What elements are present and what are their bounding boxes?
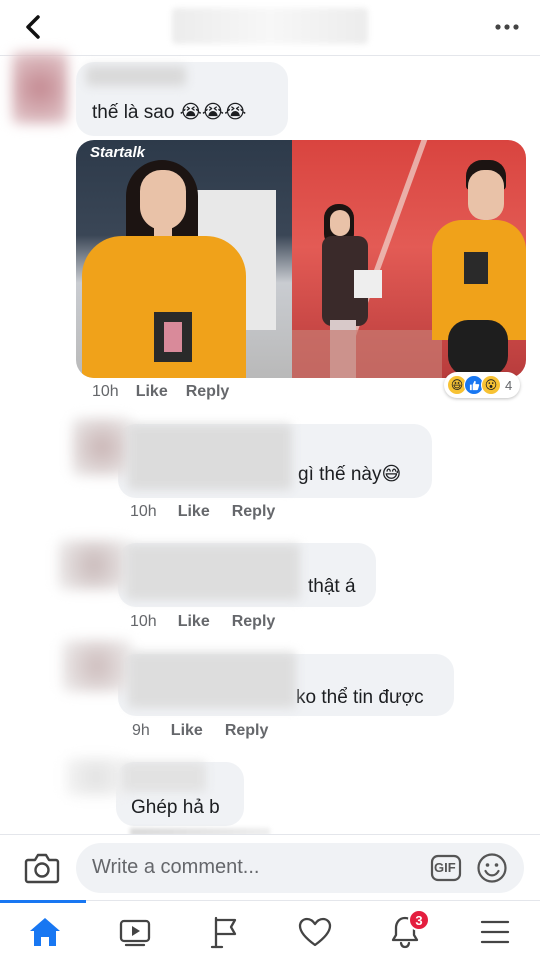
reaction-count: 4 bbox=[505, 377, 513, 393]
comment-text: gì thế này😅 bbox=[298, 464, 402, 485]
chevron-left-icon bbox=[26, 15, 40, 39]
comment-input[interactable]: Write a comment... GIF bbox=[76, 843, 524, 893]
active-tab-indicator bbox=[0, 900, 86, 903]
back-button[interactable] bbox=[18, 12, 48, 42]
comment-placeholder: Write a comment... bbox=[92, 856, 260, 878]
comment-composer: Write a comment... GIF bbox=[0, 834, 540, 900]
reactions-summary[interactable]: 😆 😮 4 bbox=[444, 372, 521, 398]
avatar[interactable] bbox=[58, 540, 130, 590]
tab-dating[interactable] bbox=[292, 911, 338, 953]
menu-icon bbox=[480, 920, 510, 944]
comment-text: Ghép hả b bbox=[131, 797, 220, 818]
notification-badge: 3 bbox=[408, 909, 430, 931]
reply-link[interactable]: Reply bbox=[232, 613, 276, 631]
emoji-button[interactable] bbox=[476, 852, 508, 884]
gif-label: GIF bbox=[434, 860, 456, 875]
comment-meta: 10h Like Reply bbox=[130, 503, 275, 521]
commenter-name-blurred bbox=[86, 66, 186, 86]
reply-link[interactable]: Reply bbox=[186, 383, 230, 401]
like-link[interactable]: Like bbox=[136, 383, 168, 401]
bottom-tab-bar: 3 bbox=[0, 900, 540, 960]
comment-photo[interactable]: Startalk bbox=[76, 140, 526, 378]
pages-flag-icon bbox=[210, 916, 237, 949]
like-link[interactable]: Like bbox=[178, 503, 210, 521]
camera-icon bbox=[24, 853, 60, 884]
more-horizontal-icon bbox=[495, 24, 519, 30]
commenter-name-blurred bbox=[126, 544, 300, 600]
gif-button[interactable]: GIF bbox=[430, 853, 462, 883]
commenter-name-blurred bbox=[128, 652, 296, 708]
tab-pages[interactable] bbox=[202, 911, 248, 953]
avatar[interactable] bbox=[62, 640, 132, 692]
page-title-blurred bbox=[172, 8, 368, 44]
photo-left-panel: Startalk bbox=[76, 140, 292, 378]
comment-time: 10h bbox=[130, 613, 157, 630]
comment-time: 10h bbox=[92, 383, 119, 400]
watch-icon bbox=[119, 919, 151, 947]
tab-menu[interactable] bbox=[472, 911, 518, 953]
reply-link[interactable]: Reply bbox=[232, 503, 276, 521]
smiley-icon bbox=[477, 853, 507, 883]
home-icon bbox=[30, 918, 60, 946]
top-bar bbox=[0, 0, 540, 56]
avatar[interactable] bbox=[72, 418, 132, 476]
comment-meta: 10h Like Reply bbox=[130, 613, 275, 631]
tab-watch[interactable] bbox=[112, 911, 158, 953]
dating-heart-icon bbox=[298, 917, 332, 947]
comment-text: ko thể tin được bbox=[296, 687, 424, 708]
comment-bubble[interactable]: thế là sao 😭😭😭 bbox=[76, 62, 288, 136]
commenter-name-blurred bbox=[122, 762, 206, 792]
comment-time: 10h bbox=[130, 503, 157, 520]
reply-link[interactable]: Reply bbox=[225, 722, 269, 740]
camera-button[interactable] bbox=[24, 851, 60, 885]
tab-notifications[interactable]: 3 bbox=[382, 909, 430, 953]
comment-text: thế là sao 😭😭😭 bbox=[92, 102, 247, 123]
comment-text: thật á bbox=[308, 576, 356, 597]
comment-meta: 10h Like Reply bbox=[92, 383, 229, 401]
watermark-logo: Startalk bbox=[90, 144, 146, 161]
tab-home[interactable] bbox=[22, 911, 68, 953]
commenter-name-blurred bbox=[128, 424, 292, 490]
avatar[interactable] bbox=[12, 52, 68, 124]
like-link[interactable]: Like bbox=[178, 613, 210, 631]
avatar[interactable] bbox=[66, 758, 126, 796]
wow-icon: 😮 bbox=[481, 375, 501, 395]
photo-right-panel bbox=[292, 140, 526, 378]
more-button[interactable] bbox=[492, 14, 522, 40]
comment-meta: 9h Like Reply bbox=[132, 722, 268, 740]
like-link[interactable]: Like bbox=[171, 722, 203, 740]
comment-time: 9h bbox=[132, 722, 150, 739]
